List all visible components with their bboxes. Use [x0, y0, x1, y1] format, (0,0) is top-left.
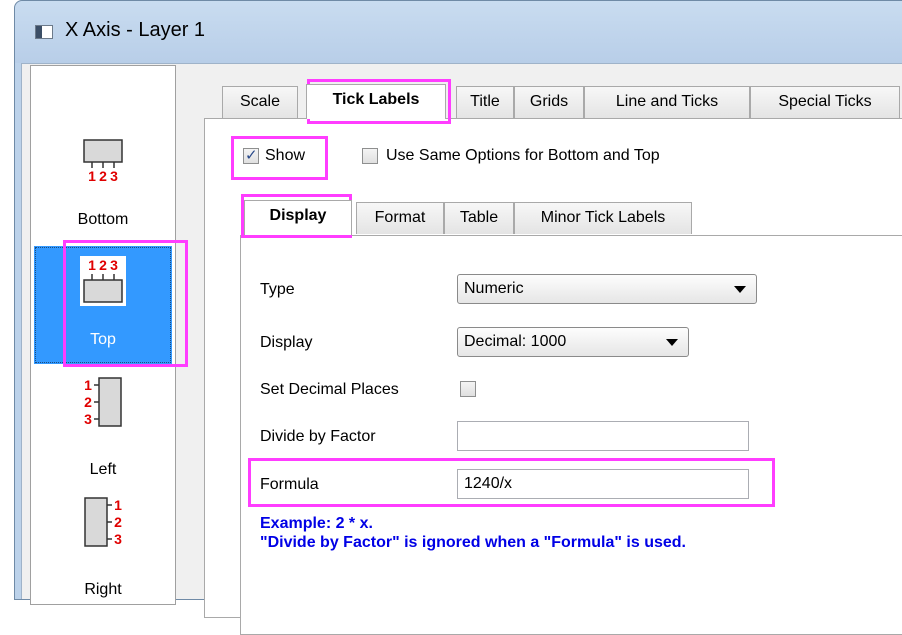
tick-digit: 1	[88, 257, 96, 273]
formula-input[interactable]: 1240/x	[457, 469, 749, 499]
tab-title[interactable]: Title	[456, 86, 514, 118]
tick-digit: 3	[110, 257, 118, 273]
display-label: Display	[260, 334, 313, 351]
right-axis-icon: 1 2 3	[84, 497, 122, 547]
side-item-label: Top	[90, 331, 116, 348]
side-item-label: Left	[89, 461, 117, 478]
side-item-label: Right	[84, 581, 122, 598]
tab-line-and-ticks[interactable]: Line and Ticks	[584, 86, 750, 118]
window-title: X Axis - Layer 1	[65, 19, 206, 41]
decimal-places-label: Set Decimal Places	[260, 381, 399, 398]
formula-ignore-note: "Divide by Factor" is ignored when a "Fo…	[260, 534, 686, 551]
title-bar[interactable]: X Axis - Layer 1	[15, 1, 902, 63]
example-note: Example: 2 * x.	[260, 515, 373, 532]
type-value: Numeric	[464, 280, 524, 297]
type-label: Type	[260, 281, 295, 298]
tab-tick-labels[interactable]: Tick Labels	[306, 84, 446, 119]
decimal-places-checkbox[interactable]	[460, 381, 476, 397]
tick-digit: 3	[84, 411, 92, 427]
bottom-axis-icon: 1 2 3	[83, 139, 123, 184]
tick-digit: 1	[84, 377, 92, 393]
axis-side-list: 1 2 3 Bottom 1 2 3 Top 1 2 3 Left 1 2 3 …	[30, 65, 176, 605]
show-checkbox[interactable]	[243, 146, 259, 164]
tick-digit: 1	[114, 497, 122, 513]
side-item-bottom[interactable]: 1 2 3 Bottom	[34, 126, 172, 244]
tab-special-ticks[interactable]: Special Ticks	[750, 86, 900, 118]
same-options-label: Use Same Options for Bottom and Top	[386, 147, 660, 164]
tab-scale[interactable]: Scale	[222, 86, 298, 118]
chevron-down-icon	[734, 286, 746, 293]
show-label: Show	[265, 147, 306, 164]
tick-digit: 3	[114, 531, 122, 547]
tab-minor-tick-labels[interactable]: Minor Tick Labels	[514, 202, 692, 234]
tab-grids[interactable]: Grids	[514, 86, 584, 118]
tick-digit: 3	[110, 168, 118, 184]
top-axis-icon: 1 2 3	[80, 256, 126, 306]
tab-display[interactable]: Display	[244, 200, 352, 235]
left-axis-icon: 1 2 3	[84, 377, 122, 427]
divide-by-factor-label: Divide by Factor	[260, 428, 376, 445]
tick-digit: 1	[88, 168, 96, 184]
tab-format[interactable]: Format	[356, 202, 444, 234]
window-icon	[35, 25, 53, 39]
tick-digit: 2	[114, 514, 122, 530]
display-select[interactable]: Decimal: 1000	[457, 327, 689, 357]
display-value: Decimal: 1000	[464, 333, 567, 350]
tab-table[interactable]: Table	[444, 202, 514, 234]
side-item-right[interactable]: 1 2 3 Right	[34, 486, 172, 604]
tick-digit: 2	[99, 257, 107, 273]
side-item-label: Bottom	[77, 211, 129, 228]
chevron-down-icon	[666, 339, 678, 346]
tick-digit: 2	[84, 394, 92, 410]
type-select[interactable]: Numeric	[457, 274, 757, 304]
tick-digit: 2	[99, 168, 107, 184]
side-item-top[interactable]: 1 2 3 Top	[34, 246, 172, 364]
formula-label: Formula	[260, 476, 319, 493]
side-item-left[interactable]: 1 2 3 Left	[34, 366, 172, 484]
divide-by-factor-input[interactable]	[457, 421, 749, 451]
same-options-checkbox[interactable]	[362, 148, 378, 164]
